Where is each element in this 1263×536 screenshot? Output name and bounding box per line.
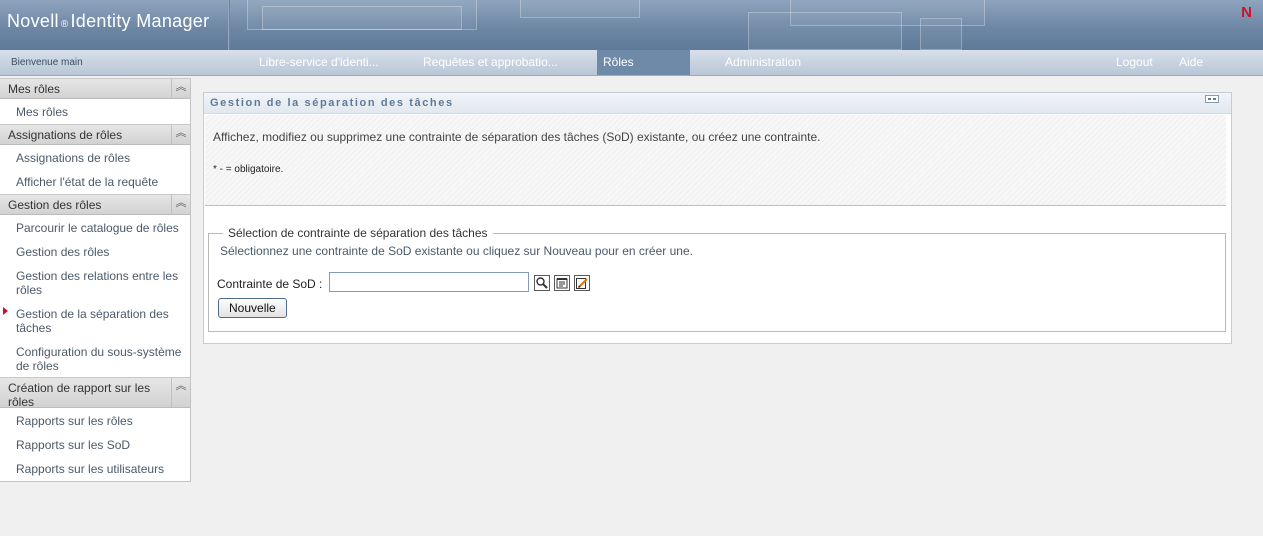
app-banner: Novell ® Identity Manager N bbox=[0, 0, 1263, 50]
banner-decoration bbox=[920, 18, 962, 50]
section-title: Gestion des rôles bbox=[8, 198, 102, 212]
left-navigation-panel: Mes rôles ︽ Mes rôles Assignations de rô… bbox=[0, 78, 191, 482]
nav-item-role-management[interactable]: Gestion des rôles bbox=[16, 245, 190, 259]
product-suffix: Identity Manager bbox=[70, 11, 210, 31]
sod-constraint-input[interactable] bbox=[329, 272, 529, 292]
nav-item-my-roles[interactable]: Mes rôles bbox=[16, 105, 190, 119]
section-header-my-roles[interactable]: Mes rôles ︽ bbox=[0, 78, 190, 99]
section-header-role-reporting[interactable]: Création de rapport sur les rôles ︽ bbox=[0, 377, 190, 409]
fieldset-hint: Sélectionnez une contrainte de SoD exist… bbox=[220, 244, 693, 258]
tab-administration[interactable]: Administration bbox=[719, 50, 807, 75]
magnifier-icon[interactable] bbox=[534, 275, 550, 291]
required-note: * - = obligatoire. bbox=[213, 164, 284, 175]
product-title: Novell ® Identity Manager bbox=[7, 11, 209, 32]
page-description: Affichez, modifiez ou supprimez une cont… bbox=[213, 130, 821, 144]
double-chevron-up-icon[interactable]: ︽ bbox=[171, 125, 190, 144]
new-constraint-button[interactable]: Nouvelle bbox=[218, 298, 287, 318]
history-icon[interactable] bbox=[554, 275, 570, 291]
nav-item-sod-reports[interactable]: Rapports sur les SoD bbox=[16, 438, 190, 452]
page-title: Gestion de la séparation des tâches bbox=[210, 97, 454, 109]
nav-item-browse-role-catalog[interactable]: Parcourir le catalogue de rôles bbox=[16, 221, 190, 235]
nav-item-role-assignments[interactable]: Assignations de rôles bbox=[16, 151, 190, 165]
banner-separator bbox=[228, 0, 230, 50]
nav-item-role-relationships[interactable]: Gestion des relations entre les rôles bbox=[16, 269, 190, 297]
tab-identity-self-service[interactable]: Libre-service d'identi... bbox=[253, 50, 385, 75]
product-name: Novell bbox=[7, 11, 59, 31]
nav-item-user-reports[interactable]: Rapports sur les utilisateurs bbox=[16, 462, 190, 476]
fieldset-legend: Sélection de contrainte de séparation de… bbox=[223, 226, 493, 240]
double-chevron-up-icon[interactable]: ︽ bbox=[171, 378, 190, 407]
welcome-text: Bienvenue main bbox=[11, 57, 83, 68]
edit-icon[interactable] bbox=[574, 275, 590, 291]
registered-mark: ® bbox=[60, 19, 69, 30]
sod-management-panel: Gestion de la séparation des tâches Affi… bbox=[203, 92, 1232, 344]
help-link[interactable]: Aide bbox=[1173, 50, 1209, 75]
novell-logo-icon: N bbox=[1241, 4, 1252, 21]
panel-title-bar: Gestion de la séparation des tâches bbox=[204, 93, 1231, 114]
section-header-role-assignments[interactable]: Assignations de rôles ︽ bbox=[0, 124, 190, 145]
sod-constraint-label: Contrainte de SoD : bbox=[217, 277, 323, 291]
banner-decoration bbox=[520, 0, 640, 18]
double-chevron-up-icon[interactable]: ︽ bbox=[171, 79, 190, 98]
nav-item-role-subsystem-config[interactable]: Configuration du sous-système de rôles bbox=[16, 345, 190, 373]
description-area: Affichez, modifiez ou supprimez une cont… bbox=[205, 115, 1226, 205]
top-navigation-bar: Bienvenue main Libre-service d'identi...… bbox=[0, 50, 1263, 76]
layout-toggle-icon[interactable] bbox=[1205, 95, 1219, 103]
tab-roles[interactable]: Rôles bbox=[597, 50, 690, 75]
nav-item-sod-management[interactable]: Gestion de la séparation des tâches bbox=[16, 307, 190, 335]
sod-selection-fieldset: Sélection de contrainte de séparation de… bbox=[208, 226, 1226, 332]
nav-item-role-reports[interactable]: Rapports sur les rôles bbox=[16, 414, 190, 428]
section-title: Assignations de rôles bbox=[8, 128, 123, 142]
nav-item-request-status[interactable]: Afficher l'état de la requête bbox=[16, 175, 190, 189]
section-title: Mes rôles bbox=[8, 82, 61, 96]
section-divider bbox=[205, 205, 1226, 206]
tab-requests-approvals[interactable]: Requêtes et approbatio... bbox=[417, 50, 564, 75]
double-chevron-up-icon[interactable]: ︽ bbox=[171, 195, 190, 214]
section-header-role-management[interactable]: Gestion des rôles ︽ bbox=[0, 194, 190, 215]
banner-decoration bbox=[262, 6, 462, 30]
active-item-arrow-icon bbox=[3, 307, 8, 315]
section-title: Création de rapport sur les rôles bbox=[8, 381, 151, 409]
logout-link[interactable]: Logout bbox=[1110, 50, 1159, 75]
